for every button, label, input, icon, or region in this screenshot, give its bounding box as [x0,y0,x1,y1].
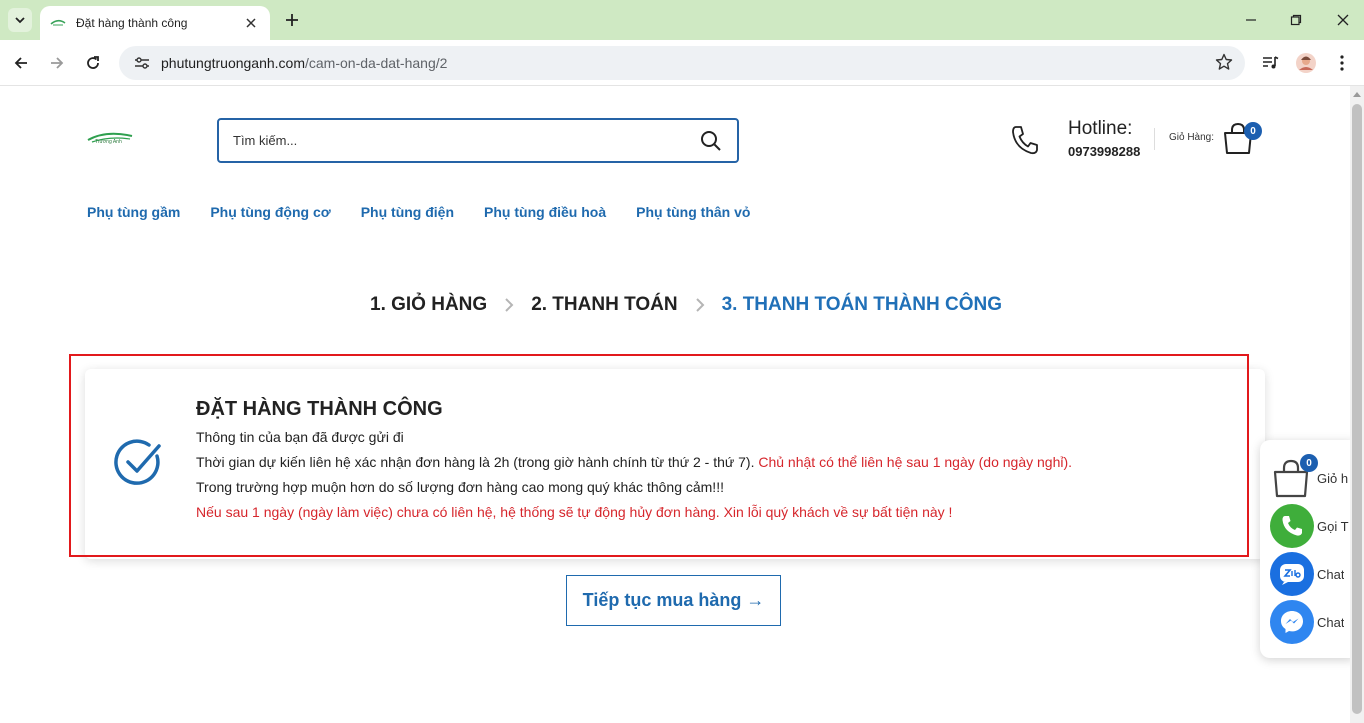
float-cart-badge: 0 [1300,454,1318,472]
phone-icon [1282,516,1302,536]
hotline-number[interactable]: 0973998288 [1068,144,1140,159]
float-call-button[interactable]: Gọi T [1270,504,1354,548]
new-tab-button[interactable] [280,8,304,32]
cart-count-badge: 0 [1244,122,1262,140]
page-scrollbar[interactable] [1350,86,1364,723]
step-payment-success: 3. THANH TOÁN THÀNH CÔNG [721,294,1003,315]
check-circle-icon [114,439,161,485]
main-nav: Phụ tùng gầm Phụ tùng động cơ Phụ tùng đ… [87,204,750,220]
media-controls-button[interactable] [1257,49,1285,77]
floating-contact-panel: 0 Giỏ h Gọi T Chat Chat [1260,440,1354,658]
messenger-icon [1281,611,1303,633]
contact-time-text: Thời gian dự kiến liên hệ xác nhận đơn h… [196,454,755,470]
site-info-button[interactable] [131,52,153,74]
success-title: ĐẶT HÀNG THÀNH CÔNG [196,398,443,420]
tab-close-button[interactable] [242,14,260,32]
avatar-icon [1296,53,1316,73]
step-separator [678,298,722,312]
chevron-right-icon [695,298,704,312]
browser-menu-button[interactable] [1328,49,1356,77]
browser-tab-active[interactable]: Đặt hàng thành công [40,6,270,40]
profile-avatar-button[interactable] [1292,49,1320,77]
minimize-icon [1246,19,1256,21]
web-page: Trường Anh Hotline: 0973998288 Giỏ Hàng:… [0,86,1364,723]
more-vertical-icon [1340,55,1344,71]
tab-search-button[interactable] [8,8,32,32]
site-favicon-icon [50,19,66,26]
arrow-left-icon [14,57,27,69]
close-icon [246,18,256,28]
header-divider [1154,128,1155,150]
star-icon [1215,53,1233,70]
url-host: phutungtruonganh.com [161,55,305,71]
success-line-apology: Trong trường hợp muộn hơn do số lượng đơ… [196,479,724,495]
scroll-thumb[interactable] [1352,104,1362,714]
search-box [217,118,739,163]
step-separator [487,298,531,312]
float-zalo-label: Chat [1317,566,1345,582]
success-line-sent: Thông tin của bạn đã được gửi đi [196,429,404,445]
plus-icon [286,14,298,26]
arrow-right-icon [51,57,64,69]
playlist-music-icon [1263,56,1279,69]
phone-icon [1012,126,1038,155]
logo-text: Trường Anh [95,139,122,145]
hotline-label: Hotline: [1068,118,1133,139]
nav-item-phu-tung-dong-co[interactable]: Phụ tùng động cơ [210,204,330,220]
nav-item-phu-tung-gam[interactable]: Phụ tùng gầm [87,204,180,220]
nav-item-phu-tung-dien[interactable]: Phụ tùng điện [361,204,454,220]
continue-shopping-button[interactable]: Tiếp tục mua hàng → [566,575,781,626]
search-icon[interactable] [699,129,723,153]
window-minimize-button[interactable] [1236,6,1266,34]
float-cart-button[interactable]: 0 Giỏ h [1270,454,1354,500]
checkout-steps: 1. GIỎ HÀNG 2. THANH TOÁN 3. THANH TOÁN … [370,294,1002,316]
chevron-right-icon [505,298,514,312]
messenger-circle [1270,600,1314,644]
restore-icon [1290,14,1302,26]
bookmark-star-button[interactable] [1215,53,1233,76]
step-cart[interactable]: 1. GIỎ HÀNG [370,294,487,316]
success-line-cancel-warning: Nếu sau 1 ngày (ngày làm việc) chưa có l… [196,504,953,520]
url-path: /cam-on-da-dat-hang/2 [305,55,448,71]
sunday-note: Chủ nhật có thể liên hệ sau 1 ngày (do n… [754,454,1073,470]
reload-icon [87,56,99,69]
zalo-icon [1280,564,1304,585]
scroll-up-arrow-icon[interactable] [1353,92,1361,97]
reload-button[interactable] [79,49,107,77]
browser-toolbar: phutungtruonganh.com/cam-on-da-dat-hang/… [0,40,1364,86]
browser-tab-bar: Đặt hàng thành công [0,0,1364,40]
search-input[interactable] [233,133,699,148]
address-bar[interactable]: phutungtruonganh.com/cam-on-da-dat-hang/… [119,46,1245,80]
tune-icon [135,57,149,69]
zalo-circle [1270,552,1314,596]
float-call-label: Gọi T [1317,518,1349,534]
window-close-button[interactable] [1328,6,1358,34]
nav-item-phu-tung-dieu-hoa[interactable]: Phụ tùng điều hoà [484,204,606,220]
window-restore-button[interactable] [1281,6,1311,34]
cart-label: Giỏ Hàng: [1169,132,1215,143]
tab-title: Đặt hàng thành công [76,16,188,30]
close-icon [1337,14,1349,26]
forward-button[interactable] [43,49,71,77]
step-payment[interactable]: 2. THANH TOÁN [531,294,677,316]
float-messenger-button[interactable]: Chat [1270,600,1354,644]
float-zalo-button[interactable]: Chat [1270,552,1354,596]
float-messenger-label: Chat [1317,614,1345,630]
call-circle [1270,504,1314,548]
float-cart-label: Giỏ h [1317,470,1349,486]
back-button[interactable] [7,49,35,77]
nav-item-phu-tung-than-vo[interactable]: Phụ tùng thân vỏ [636,204,750,220]
chevron-down-icon [15,17,25,24]
success-line-contact-time: Thời gian dự kiến liên hệ xác nhận đơn h… [196,454,1072,470]
